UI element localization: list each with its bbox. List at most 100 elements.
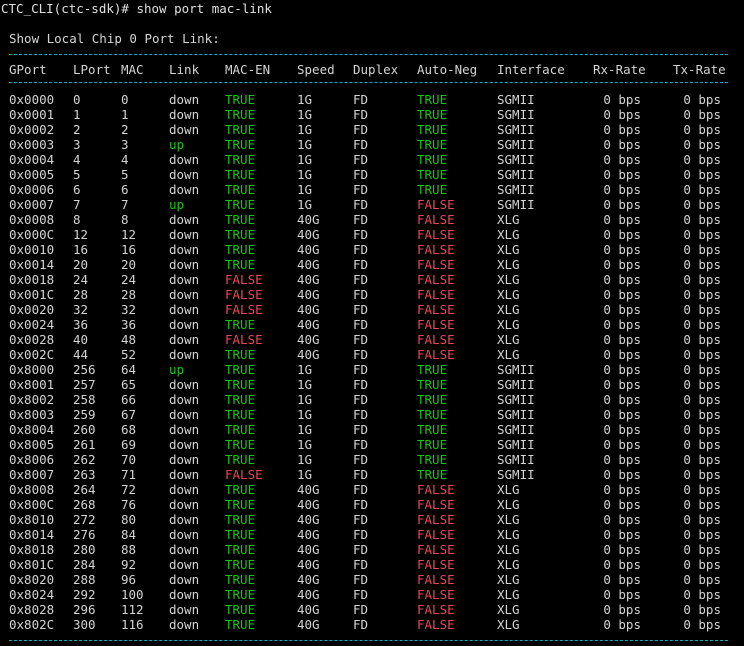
cell-auto-neg: FALSE xyxy=(417,227,455,242)
cell-lport: 0 xyxy=(73,92,81,107)
column-header-interface: Interface xyxy=(497,62,565,77)
cell-auto-neg: TRUE xyxy=(417,122,448,137)
cell-tx-rate: 0 bps xyxy=(683,122,721,137)
cell-lport: 258 xyxy=(73,392,96,407)
table-row: 0x001C 28 28 down FALSE 40G FD FALSE XLG 0 bps 0 b… xyxy=(0,287,744,302)
cell-rx-rate: 0 bps xyxy=(603,152,641,167)
cell-interface: XLG xyxy=(497,287,520,302)
cell-interface: SGMII xyxy=(497,107,535,122)
cell-rx-rate: 0 bps xyxy=(603,122,641,137)
cell-speed: 40G xyxy=(297,302,320,317)
cell-link: down xyxy=(169,182,200,197)
cell-gport: 0x8024 xyxy=(9,587,55,602)
cell-link: down xyxy=(169,542,200,557)
cell-lport: 6 xyxy=(73,182,81,197)
cell-auto-neg: TRUE xyxy=(417,422,448,437)
cell-mac-en: TRUE xyxy=(225,527,256,542)
command-prompt[interactable]: CTC_CLI(ctc-sdk)# show port mac-link xyxy=(1,1,272,16)
cell-duplex: FD xyxy=(353,542,369,557)
cell-link: up xyxy=(169,362,185,377)
cell-lport: 2 xyxy=(73,122,81,137)
cell-duplex: FD xyxy=(353,467,369,482)
cell-lport: 272 xyxy=(73,512,96,527)
cell-duplex: FD xyxy=(353,332,369,347)
cell-speed: 1G xyxy=(297,122,313,137)
cell-mac: 92 xyxy=(121,557,137,572)
cell-gport: 0x002C xyxy=(9,347,55,362)
cell-lport: 264 xyxy=(73,482,96,497)
cell-duplex: FD xyxy=(353,617,369,632)
column-header-tx-rate: Tx-Rate xyxy=(673,62,726,77)
cell-interface: SGMII xyxy=(497,197,535,212)
cell-rx-rate: 0 bps xyxy=(603,557,641,572)
cell-gport: 0x8010 xyxy=(9,512,55,527)
cell-interface: SGMII xyxy=(497,182,535,197)
cell-mac: 32 xyxy=(121,302,137,317)
cell-lport: 3 xyxy=(73,137,81,152)
cell-link: down xyxy=(169,587,200,602)
cell-mac: 88 xyxy=(121,542,137,557)
cell-tx-rate: 0 bps xyxy=(683,332,721,347)
cell-rx-rate: 0 bps xyxy=(603,362,641,377)
table-row: 0x0002 2 2 down TRUE 1G FD TRUE SGMII 0 bps 0 bps xyxy=(0,122,744,137)
table-row: 0x0001 1 1 down TRUE 1G FD TRUE SGMII 0 bps 0 bps xyxy=(0,107,744,122)
column-header-gport: GPort xyxy=(9,62,47,77)
cell-mac: 80 xyxy=(121,512,137,527)
cell-mac-en: TRUE xyxy=(225,257,256,272)
header-bottom-divider xyxy=(9,82,728,83)
cell-gport: 0x801C xyxy=(9,557,55,572)
cell-auto-neg: FALSE xyxy=(417,287,455,302)
cell-mac-en: TRUE xyxy=(225,512,256,527)
cell-link: down xyxy=(169,572,200,587)
cell-duplex: FD xyxy=(353,347,369,362)
column-header-rx-rate: Rx-Rate xyxy=(593,62,646,77)
cell-tx-rate: 0 bps xyxy=(683,92,721,107)
cell-gport: 0x8006 xyxy=(9,452,55,467)
cell-interface: SGMII xyxy=(497,392,535,407)
cell-duplex: FD xyxy=(353,377,369,392)
cell-tx-rate: 0 bps xyxy=(683,407,721,422)
cell-mac: 4 xyxy=(121,152,129,167)
cell-lport: 257 xyxy=(73,377,96,392)
cell-tx-rate: 0 bps xyxy=(683,527,721,542)
cell-rx-rate: 0 bps xyxy=(603,377,641,392)
cell-tx-rate: 0 bps xyxy=(683,452,721,467)
cell-lport: 36 xyxy=(73,317,89,332)
cell-interface: XLG xyxy=(497,257,520,272)
cell-auto-neg: FALSE xyxy=(417,242,455,257)
cell-auto-neg: FALSE xyxy=(417,302,455,317)
cell-mac: 84 xyxy=(121,527,137,542)
cell-link: up xyxy=(169,137,185,152)
cell-duplex: FD xyxy=(353,512,369,527)
cell-speed: 40G xyxy=(297,332,320,347)
cell-rx-rate: 0 bps xyxy=(603,302,641,317)
cell-link: down xyxy=(169,452,200,467)
cell-auto-neg: TRUE xyxy=(417,167,448,182)
cell-speed: 40G xyxy=(297,227,320,242)
cell-tx-rate: 0 bps xyxy=(683,602,721,617)
cell-interface: XLG xyxy=(497,347,520,362)
cell-auto-neg: TRUE xyxy=(417,182,448,197)
cell-link: down xyxy=(169,107,200,122)
cell-link: down xyxy=(169,557,200,572)
cell-link: down xyxy=(169,242,200,257)
cell-gport: 0x001C xyxy=(9,287,55,302)
cell-interface: SGMII xyxy=(497,437,535,452)
cell-rx-rate: 0 bps xyxy=(603,587,641,602)
cell-duplex: FD xyxy=(353,527,369,542)
table-row: 0x800C 268 76 down TRUE 40G FD FALSE XLG 0 bps 0 b… xyxy=(0,497,744,512)
cell-mac: 112 xyxy=(121,602,144,617)
cell-duplex: FD xyxy=(353,257,369,272)
cell-interface: XLG xyxy=(497,587,520,602)
cell-lport: 28 xyxy=(73,287,89,302)
cell-mac: 69 xyxy=(121,437,137,452)
cell-mac: 100 xyxy=(121,587,144,602)
cell-gport: 0x8007 xyxy=(9,467,55,482)
cell-tx-rate: 0 bps xyxy=(683,572,721,587)
table-row: 0x0007 7 7 up TRUE 1G FD FALSE SGMII 0 bps 0 bps xyxy=(0,197,744,212)
cell-link: down xyxy=(169,287,200,302)
cell-mac-en: TRUE xyxy=(225,167,256,182)
cell-link: down xyxy=(169,482,200,497)
cell-lport: 12 xyxy=(73,227,89,242)
cell-rx-rate: 0 bps xyxy=(603,572,641,587)
